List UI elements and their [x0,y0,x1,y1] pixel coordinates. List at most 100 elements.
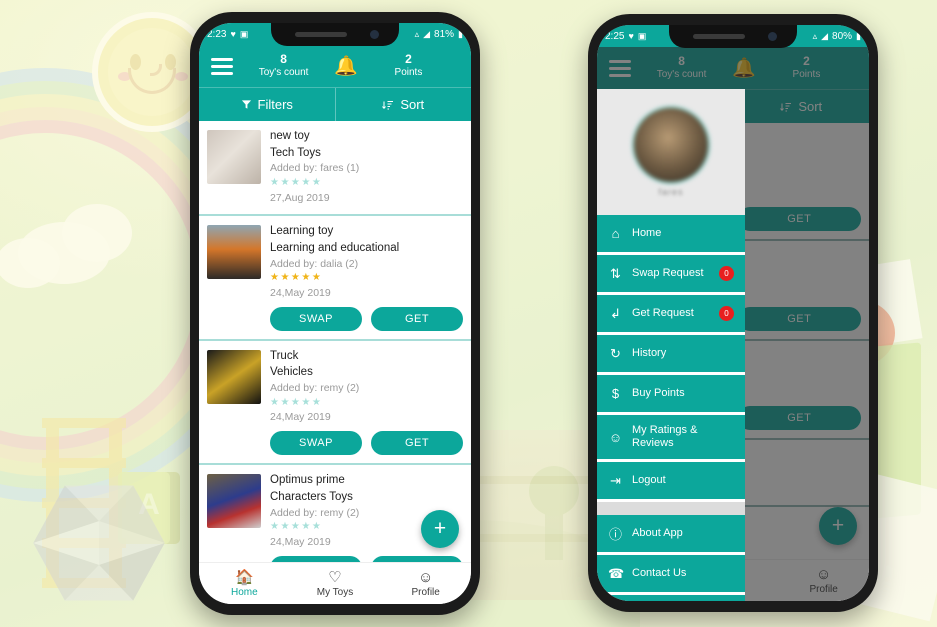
phone-icon: ☎ [608,565,625,581]
heart-icon: ♡ [328,569,342,586]
add-toy-fab[interactable]: + [421,510,459,548]
drawer-item-label: My Ratings & Reviews [632,424,698,450]
toy-added-by: Added by: remy (2) [270,382,360,395]
filters-button[interactable]: Filters [199,88,336,121]
drawer-item-my-ratings-reviews[interactable]: ☺ My Ratings & Reviews [597,415,745,463]
drawer-item-label: Logout [632,474,666,487]
drawer-item-buy-points[interactable]: $ Buy Points [597,375,745,415]
toy-title: Truck [270,349,299,362]
toy-date: 27,Aug 2019 [270,191,330,204]
toy-list[interactable]: new toy Tech Toys Added by: fares (1) ★★… [199,121,471,562]
phone-mockup-two: 2:25 ♥ ▣ ▵ ◢ 80% ▮ 8 Toy's count 🔔 2 [588,14,878,612]
star-rating: ★★★★★ [270,396,323,408]
status-battery: 81% [434,28,455,40]
status-battery: 80% [832,30,853,42]
star-rating: ★★★★★ [270,272,323,284]
battery-icon: ▮ [458,28,463,39]
phone-notch [669,25,797,48]
swap-icon: ⇅ [610,265,621,281]
toy-date: 24,May 2019 [270,286,331,299]
toy-category: Vehicles [270,366,313,379]
sort-button[interactable]: Sort [336,88,472,121]
drawer-item-history[interactable]: ↻ History [597,335,745,375]
toy-thumbnail [207,474,261,529]
drawer-item-logout[interactable]: ⇥ Logout [597,462,745,503]
history-clock-icon: ↻ [610,345,621,361]
drawer-item-label: Swap Request [632,266,704,279]
drawer-item-label: About App [632,527,683,540]
logout-icon: ⇥ [610,472,621,488]
nav-item-profile[interactable]: ☺ Profile [380,569,471,598]
avatar[interactable] [634,107,708,182]
toy-title: new toy [270,130,310,142]
home-icon: 🏠 [234,569,254,586]
drawer-item-home[interactable]: ⌂ Home [597,215,745,255]
toy-category: Tech Toys [270,146,321,159]
drawer-item-about-app[interactable]: ⓘ About App [597,515,745,556]
funnel-icon [241,100,251,109]
drawer-separator [597,502,745,516]
info-icon: ⓘ [608,527,622,543]
toy-action-buttons: SWAP GET [270,431,463,456]
filters-label: Filters [257,97,293,112]
image-icon: ▣ [637,30,647,41]
points-value: 2 [405,52,412,67]
get-button[interactable]: GET [371,306,463,331]
toy-title: Learning toy [270,225,334,238]
get-button[interactable]: GET [371,431,463,456]
toy-thumbnail [207,130,261,184]
battery-icon: ▮ [856,30,861,41]
drawer-item-label: Home [632,226,662,239]
nav-label-home: Home [230,587,258,598]
toy-added-by: Added by: fares (1) [270,162,360,175]
image-icon: ▣ [239,28,249,39]
status-badge: 0 [719,306,734,321]
app-header: 8 Toy's count 🔔 2 Points [199,45,471,87]
toy-count-label: Toy's count [258,67,309,79]
status-time: 2:25 [605,30,625,42]
toy-added-by: Added by: dalia (2) [270,257,359,270]
toy-count-value: 8 [280,52,287,67]
toy-title: Optimus prime [270,474,345,487]
sort-label: Sort [400,97,425,112]
swap-button[interactable]: SWAP [270,431,362,456]
status-badge: 0 [719,266,734,281]
status-time: 2:23 [207,28,227,40]
nav-item-home[interactable]: 🏠 Home [199,569,290,598]
drawer-profile-header[interactable]: fares [597,89,745,215]
drawer-item-get-request[interactable]: ↲ Get Request 0 [597,295,745,335]
drawer-item-label: Buy Points [632,386,685,399]
toy-thumbnail [207,349,261,404]
get-arrow-icon: ↲ [610,305,621,321]
heart-icon: ♥ [628,31,634,41]
toy-category: Characters Toys [270,490,353,503]
nav-label-profile: Profile [411,587,440,598]
drawer-item-contact-us[interactable]: ☎ Contact Us [597,555,745,596]
home-icon: ⌂ [611,226,620,241]
wifi-icon: ▵ [812,30,818,41]
wifi-icon: ▵ [414,28,420,39]
table-row[interactable]: Learning toy Learning and educational Ad… [199,216,471,341]
signal-icon: ◢ [821,30,829,41]
drawer-item-label: Contact Us [632,567,687,580]
plus-icon: + [433,517,447,540]
person-icon: ☺ [418,569,434,586]
filter-sort-bar: Filters Sort [199,87,471,121]
table-row[interactable]: new toy Tech Toys Added by: fares (1) ★★… [199,121,471,217]
star-rating: ★★★★★ [270,177,323,189]
toy-category: Learning and educational [270,242,400,255]
heart-icon: ♥ [230,29,236,39]
swap-button[interactable]: SWAP [270,306,362,331]
drawer-item-swap-request[interactable]: ⇅ Swap Request 0 [597,255,745,295]
hamburger-icon[interactable] [211,57,233,75]
sort-icon [382,100,394,109]
toy-thumbnail [207,225,261,280]
drawer-item-label: Get Request [632,306,694,319]
signal-icon: ◢ [423,28,431,39]
navigation-drawer: fares ⌂ Home ⇅ Swap Request 0 ↲ Get Requ… [597,89,745,601]
nav-item-my-toys[interactable]: ♡ My Toys [290,569,381,598]
hexagon-watermark-logo [33,485,165,601]
bell-icon[interactable]: 🔔 [334,57,358,76]
toy-count-stat: 8 Toy's count [233,52,334,79]
table-row[interactable]: Truck Vehicles Added by: remy (2) ★★★★★ … [199,340,471,466]
